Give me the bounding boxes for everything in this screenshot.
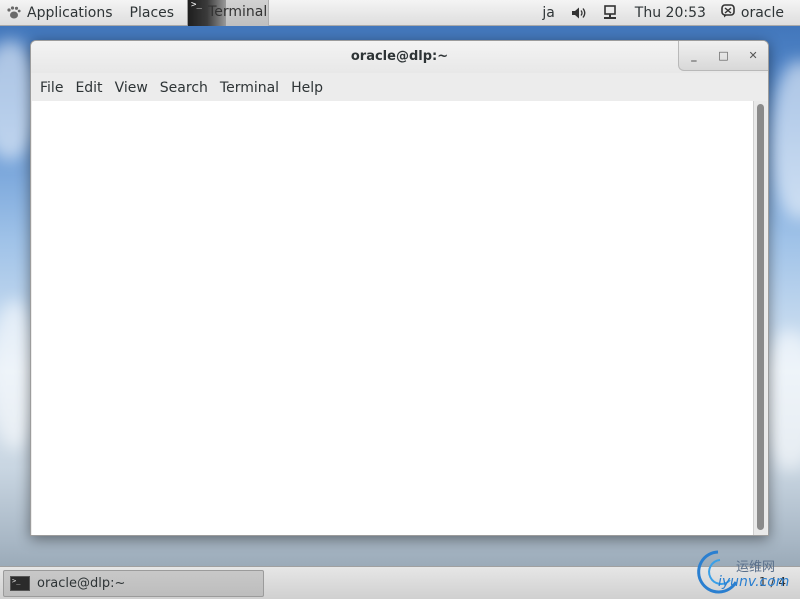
close-icon: ✕ [748,49,758,62]
window-controls: _ □ ✕ [678,41,768,71]
maximize-icon: □ [718,49,729,62]
menu-view[interactable]: View [110,77,153,99]
applications-menu[interactable]: Applications [0,0,122,26]
user-status-icon [721,3,735,22]
scrollbar-thumb[interactable] [757,104,764,530]
menu-edit[interactable]: Edit [70,77,107,99]
places-menu[interactable]: Places [122,0,188,26]
gnome-foot-icon [6,5,21,20]
menubar: File Edit View Search Terminal Help [31,75,768,101]
clock[interactable]: Thu 20:53 [625,0,721,26]
terminal-launcher[interactable]: >_ Terminal [187,0,270,26]
terminal-launcher-label: Terminal [208,3,268,20]
terminal-text-area[interactable] [32,101,754,535]
taskbar-item-terminal[interactable]: >_ oracle@dlp:~ [3,570,264,597]
menu-file[interactable]: File [35,77,68,99]
watermark: 运维网 iyunv.com [696,548,800,596]
applications-label: Applications [27,4,113,21]
network-icon[interactable] [595,0,625,26]
terminal-icon: >_ [10,576,30,591]
bottom-panel: >_ oracle@dlp:~ 1 / 4 [0,566,800,599]
taskbar-item-label: oracle@dlp:~ [37,576,126,591]
minimize-button[interactable]: _ [682,46,706,66]
user-name: oracle [740,4,784,21]
window-title: oracle@dlp:~ [350,49,449,64]
window-titlebar[interactable]: oracle@dlp:~ _ □ ✕ [31,41,768,73]
input-language-indicator[interactable]: ja [534,0,562,26]
user-menu[interactable]: oracle [721,0,800,26]
terminal-window: oracle@dlp:~ _ □ ✕ File Edit View Search… [30,40,769,536]
minimize-icon: _ [691,49,697,62]
vertical-scrollbar[interactable] [753,101,767,535]
maximize-button[interactable]: □ [711,46,735,66]
volume-icon[interactable] [563,0,595,26]
menu-terminal[interactable]: Terminal [215,77,284,99]
menu-search[interactable]: Search [155,77,213,99]
background-cloud [770,60,800,220]
watermark-chinese-text: 运维网 [736,560,776,575]
places-label: Places [129,4,175,21]
watermark-latin-text: iyunv.com [718,574,790,590]
menu-help[interactable]: Help [286,77,328,99]
top-panel: Applications Places >_ Terminal ja Thu 2… [0,0,800,26]
close-button[interactable]: ✕ [741,46,765,66]
